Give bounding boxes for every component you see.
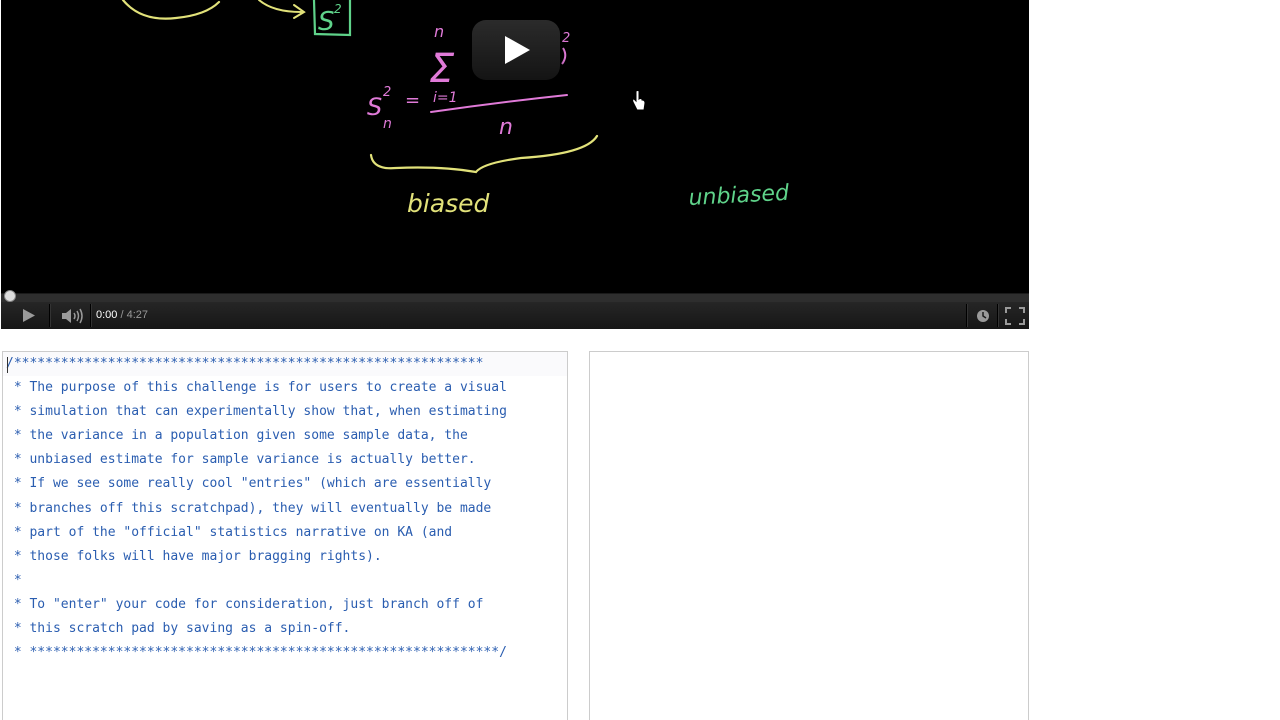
divider [49, 304, 51, 327]
sum-top: n [434, 22, 444, 41]
volume-button[interactable] [57, 302, 89, 329]
duration: 4:27 [126, 309, 149, 321]
denominator: n [499, 115, 513, 140]
watch-later-icon [977, 309, 989, 322]
time-display: 0:00 / 4:27 [96, 309, 148, 321]
current-time: 0:00 [96, 309, 118, 321]
code-editor[interactable]: /***************************************… [2, 351, 568, 720]
player-controls: 0:00 / 4:27 [1, 302, 1029, 329]
biased-label: biased [407, 189, 490, 218]
biased-brace [369, 134, 599, 174]
lhs-sup: 2 [383, 85, 391, 100]
big-play-button[interactable] [472, 20, 560, 80]
divider [90, 304, 92, 327]
code-content[interactable]: /***************************************… [6, 352, 507, 665]
time-separator: / [117, 309, 127, 321]
play-button[interactable] [15, 302, 43, 329]
s2-sup: 2 [334, 2, 342, 16]
sum-symbol: Σ [429, 46, 455, 92]
divider [997, 304, 999, 327]
yellow-arc-stroke [121, 0, 221, 20]
fullscreen-icon [1005, 306, 1025, 325]
fullscreen-button[interactable] [1003, 302, 1027, 329]
output-canvas[interactable] [589, 351, 1029, 720]
lhs-sub: n [383, 116, 392, 132]
progress-bar[interactable] [1, 290, 1029, 302]
power: 2 [562, 31, 570, 46]
volume-icon [62, 308, 83, 323]
watch-later-button[interactable] [971, 302, 995, 329]
play-icon [505, 36, 530, 64]
video-player[interactable]: S 2 n Σ i=1 S 2 n = n 2 biased unbiased [1, 0, 1029, 329]
paren-right [561, 47, 567, 65]
play-icon [23, 309, 35, 322]
text-caret [7, 357, 8, 373]
equals-sign: = [405, 90, 420, 111]
s2-label: S [318, 7, 335, 37]
divider [966, 304, 968, 327]
lhs-s: S [367, 93, 382, 121]
unbiased-label: unbiased [688, 181, 791, 211]
sum-index: i=1 [433, 90, 458, 106]
progress-scrubber[interactable] [4, 290, 16, 302]
hand-cursor-icon [632, 90, 646, 111]
